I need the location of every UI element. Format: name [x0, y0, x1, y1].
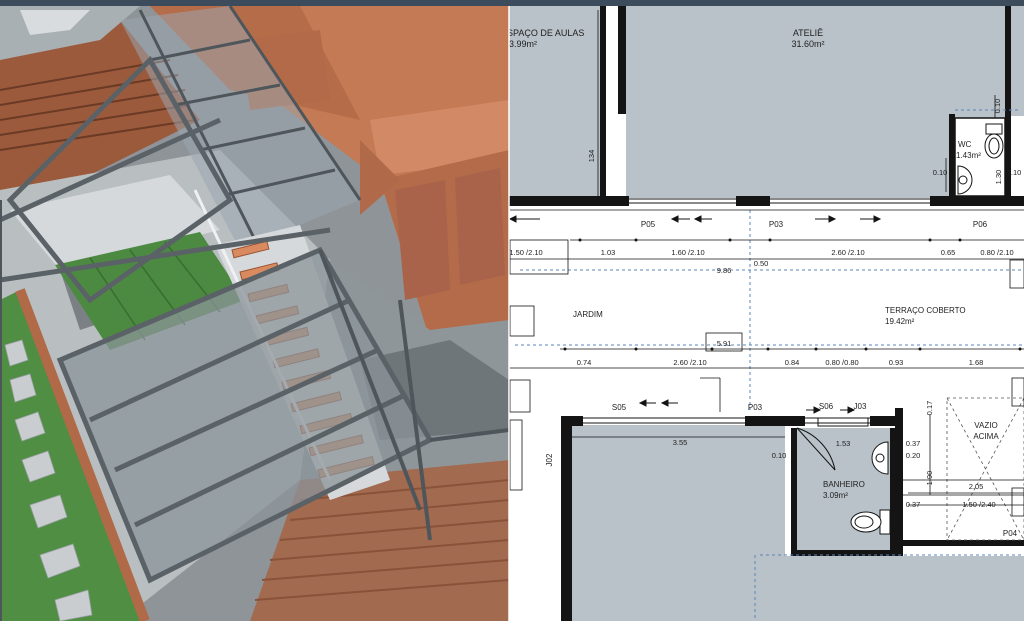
label-atelie-area: 31.60m²	[791, 39, 824, 49]
tag-p03-top: P03	[769, 220, 784, 229]
tag-j03: J03	[854, 402, 867, 411]
floor-plan-panel: SPAÇO DE AULAS 3.99m² ATELIÊ 31.60m² WC …	[507, 6, 1024, 621]
tag-s06: S06	[819, 402, 834, 411]
dim-r1-065: 0.65	[941, 248, 956, 257]
tag-p05: P05	[641, 220, 656, 229]
dim-020: 0.20	[906, 451, 921, 460]
room-lower-left	[570, 425, 785, 621]
toilet-icon	[984, 123, 1004, 159]
label-banheiro-name: BANHEIRO	[823, 480, 865, 489]
tag-p03-bottom: P03	[748, 403, 763, 412]
dim-r2-260: 2.60 /2.10	[673, 358, 706, 367]
dim-r1-150: 1.50 /2.10	[509, 248, 542, 257]
dim-r1-103: 1.03	[601, 248, 616, 257]
dim-r1-160: 1.60 /2.10	[671, 248, 704, 257]
dim-150-240: 1.50 /2.40	[962, 500, 995, 509]
dim-r2-080: 0.80 /0.80	[825, 358, 858, 367]
dim-010-ban: 0.10	[772, 451, 787, 460]
isometric-render-panel	[0, 6, 509, 621]
dim-r2-093: 0.93	[889, 358, 904, 367]
dim-r1-260: 2.60 /2.10	[831, 248, 864, 257]
top-bar	[0, 0, 1024, 6]
label-vazio-line2: ACIMA	[973, 432, 999, 441]
label-wc-area: 1.43m²	[956, 151, 981, 160]
dim-153: 1.53	[836, 439, 851, 448]
label-wc-name: WC	[958, 140, 972, 149]
dim-050: 0.50	[754, 259, 769, 268]
tag-p06: P06	[973, 220, 988, 229]
label-terraco-area: 19.42m²	[885, 317, 915, 326]
dim-010-wc: 0.10	[933, 168, 948, 177]
label-aulas-name: SPAÇO DE AULAS	[507, 28, 584, 38]
dim-r2-074: 0.74	[577, 358, 592, 367]
banheiro-toilet-icon	[850, 509, 891, 535]
dim-205: 2.05	[969, 482, 984, 491]
label-atelie-name: ATELIÊ	[793, 28, 823, 38]
dim-r1-080: 0.80 /2.10	[980, 248, 1013, 257]
label-jardim: JARDIM	[573, 310, 603, 319]
dim-r2-168: 1.68	[969, 358, 984, 367]
dim-037a: 0.37	[906, 439, 921, 448]
label-terraco-name: TERRAÇO COBERTO	[885, 306, 966, 315]
label-aulas-area: 3.99m²	[509, 39, 537, 49]
dim-017: 0.17	[925, 401, 934, 416]
label-banheiro-area: 3.09m²	[823, 491, 848, 500]
dim-r2-084: 0.84	[785, 358, 800, 367]
dim-190: 1.90	[925, 471, 934, 486]
dim-037b: 0.37	[906, 500, 921, 509]
dim-134: 134	[587, 150, 596, 163]
architecture-presentation-board: SPAÇO DE AULAS 3.99m² ATELIÊ 31.60m² WC …	[0, 0, 1024, 621]
dim-591: 5.91	[717, 339, 732, 348]
tag-s05: S05	[612, 403, 627, 412]
dim-986: 9.86	[717, 266, 732, 275]
dim-110: 1.10	[1007, 168, 1022, 177]
dim-130: 1.30	[994, 170, 1003, 185]
tag-p04: P04	[1003, 529, 1018, 538]
dim-355: 3.55	[673, 438, 688, 447]
tag-j02: J02	[545, 453, 554, 466]
dim-010-top: 0.10	[993, 99, 1002, 114]
label-vazio-line1: VAZIO	[974, 421, 997, 430]
